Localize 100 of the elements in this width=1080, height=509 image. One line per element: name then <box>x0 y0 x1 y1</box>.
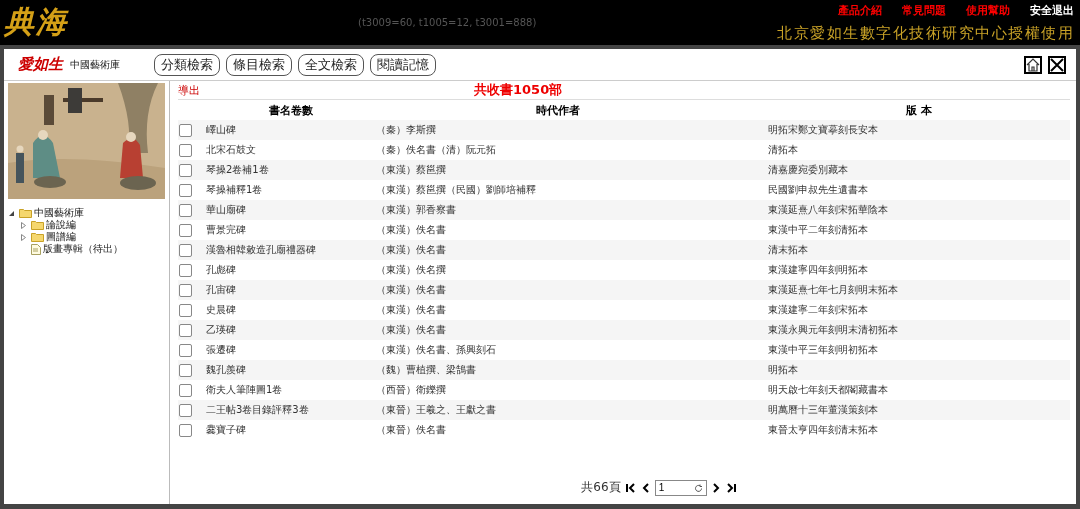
expanded-triangle-icon[interactable] <box>8 209 15 217</box>
author-cell: （東漢）蔡邕撰（民國）劉師培補釋 <box>376 183 536 197</box>
collapsed-triangle-icon[interactable] <box>20 233 27 241</box>
book-title-cell[interactable]: 北宋石鼓文 <box>206 143 256 157</box>
library-name: 中國藝術庫 <box>70 57 121 72</box>
row-checkbox[interactable] <box>179 303 192 317</box>
search-mode-button[interactable]: 全文檢索 <box>298 53 364 76</box>
author-cell: （東漢）佚名書 <box>376 283 446 297</box>
edition-cell: 東漢延熹八年刻宋拓華陰本 <box>768 203 888 217</box>
book-title-cell[interactable]: 乙瑛碑 <box>206 323 236 337</box>
search-mode-button[interactable]: 條目檢索 <box>226 53 292 76</box>
nav-link[interactable]: 產品介紹 <box>838 3 882 18</box>
refresh-icon[interactable] <box>693 483 703 493</box>
next-page-button[interactable] <box>710 482 722 493</box>
book-title-cell[interactable]: 曹景完碑 <box>206 223 246 237</box>
row-checkbox[interactable] <box>179 243 192 257</box>
column-header: 書名卷數 <box>269 103 313 119</box>
author-cell: （東漢）佚名書 <box>376 223 446 237</box>
nav-link[interactable]: 安全退出 <box>1030 3 1074 18</box>
home-button[interactable] <box>1024 55 1042 74</box>
export-link[interactable]: 導出 <box>178 82 200 98</box>
close-button[interactable] <box>1048 55 1066 74</box>
author-cell: （東漢）佚名書 <box>376 303 446 317</box>
author-cell: （魏）曹植撰、梁鵠書 <box>376 363 476 377</box>
nav-link[interactable]: 常見問題 <box>902 3 946 18</box>
folder-icon <box>19 208 32 218</box>
folder-icon <box>31 220 44 230</box>
edition-cell: 東漢建寧四年刻明拓本 <box>768 263 868 277</box>
column-header: 時代作者 <box>535 103 580 119</box>
edition-cell: 東漢永興元年刻明末清初拓本 <box>768 323 898 337</box>
edition-cell: 明拓宋鄭文寶摹刻長安本 <box>768 123 878 137</box>
book-title-cell[interactable]: 張遷碑 <box>206 343 236 357</box>
license-text: 北京愛如生數字化技術研究中心授權使用 <box>777 24 1074 43</box>
row-checkbox[interactable] <box>179 123 192 137</box>
book-title-cell[interactable]: 孔彪碑 <box>206 263 236 277</box>
page-input[interactable]: 1 <box>654 479 707 496</box>
search-mode-button[interactable]: 閱讀記憶 <box>370 53 436 76</box>
edition-cell: 東晉太亨四年刻清末拓本 <box>768 423 878 437</box>
tree-item[interactable]: 論說編 <box>46 219 76 231</box>
book-title-cell[interactable]: 嶧山碑 <box>206 123 236 137</box>
book-title-cell[interactable]: 琴操補釋1卷 <box>206 183 263 197</box>
author-cell: （東漢）佚名書 <box>376 243 446 257</box>
author-cell: （東晉）佚名書 <box>376 423 446 437</box>
book-title-cell[interactable]: 衛夫人筆陣圖1卷 <box>206 383 283 397</box>
author-cell: （東漢）郭香察書 <box>376 203 456 217</box>
folder-icon <box>31 232 44 242</box>
search-mode-button[interactable]: 分類檢索 <box>154 53 220 76</box>
first-page-button[interactable] <box>624 482 636 493</box>
edition-cell: 明天啟七年刻天都閣藏書本 <box>768 383 888 397</box>
edition-cell: 東漢延熹七年七月刻明末拓本 <box>768 283 898 297</box>
author-cell: （秦）李斯撰 <box>376 123 436 137</box>
logo: 典海 <box>4 3 68 41</box>
edition-cell: 清末拓本 <box>768 243 808 257</box>
author-cell: （東晉）王羲之、王獻之書 <box>376 403 496 417</box>
brand-logo: 愛如生 <box>18 55 65 74</box>
tree-item[interactable]: 中國藝術庫 <box>34 207 84 219</box>
tree-item[interactable]: 圖譜編 <box>46 231 76 243</box>
collapsed-triangle-icon[interactable] <box>20 221 27 229</box>
row-checkbox[interactable] <box>179 183 192 197</box>
edition-cell: 東漢建寧二年刻宋拓本 <box>768 303 868 317</box>
document-icon <box>31 243 41 255</box>
edition-cell: 清拓本 <box>768 143 798 157</box>
author-cell: （西晉）衛鑠撰 <box>376 383 446 397</box>
author-cell: （東漢）佚名書、孫興刻石 <box>376 343 496 357</box>
close-icon <box>1050 57 1064 72</box>
row-checkbox[interactable] <box>179 363 192 377</box>
row-checkbox[interactable] <box>179 263 192 277</box>
nav-link[interactable]: 使用幫助 <box>966 3 1010 18</box>
row-checkbox[interactable] <box>179 203 192 217</box>
edition-cell: 明萬曆十三年董漢策刻本 <box>768 403 878 417</box>
row-checkbox[interactable] <box>179 343 192 357</box>
row-checkbox[interactable] <box>179 223 192 237</box>
book-title-cell[interactable]: 孔宙碑 <box>206 283 236 297</box>
edition-cell: 民國劉申叔先生遺書本 <box>768 183 868 197</box>
page-count: 共66頁 <box>581 479 621 496</box>
row-checkbox[interactable] <box>179 403 192 417</box>
author-cell: （秦）佚名書（清）阮元拓 <box>376 143 496 157</box>
author-cell: （東漢）佚名書 <box>376 323 446 337</box>
debug-text: (t3009=60, t1005=12, t3001=888) <box>358 17 537 28</box>
row-checkbox[interactable] <box>179 323 192 337</box>
edition-cell: 東漢中平二年刻清拓本 <box>768 223 868 237</box>
book-title-cell[interactable]: 史晨碑 <box>206 303 236 317</box>
author-cell: （東漢）佚名撰 <box>376 263 446 277</box>
column-header: 版 本 <box>906 103 932 119</box>
book-title-cell[interactable]: 爨寶子碑 <box>206 423 246 437</box>
tree-item[interactable]: 版畫專輯（待出） <box>43 243 123 255</box>
edition-cell: 明拓本 <box>768 363 798 377</box>
edition-cell: 東漢中平三年刻明初拓本 <box>768 343 878 357</box>
book-title-cell[interactable]: 魏孔羨碑 <box>206 363 246 377</box>
row-checkbox[interactable] <box>179 383 192 397</box>
row-checkbox[interactable] <box>179 283 192 297</box>
author-cell: （東漢）蔡邕撰 <box>376 163 446 177</box>
row-checkbox[interactable] <box>179 163 192 177</box>
collection-count: 共收書1050部 <box>474 81 564 99</box>
book-title-cell[interactable]: 華山廟碑 <box>206 203 246 217</box>
last-page-button[interactable] <box>725 482 737 493</box>
edition-cell: 清嘉慶宛委別藏本 <box>768 163 848 177</box>
row-checkbox[interactable] <box>179 423 192 437</box>
row-checkbox[interactable] <box>179 143 192 157</box>
home-icon <box>1026 57 1040 72</box>
